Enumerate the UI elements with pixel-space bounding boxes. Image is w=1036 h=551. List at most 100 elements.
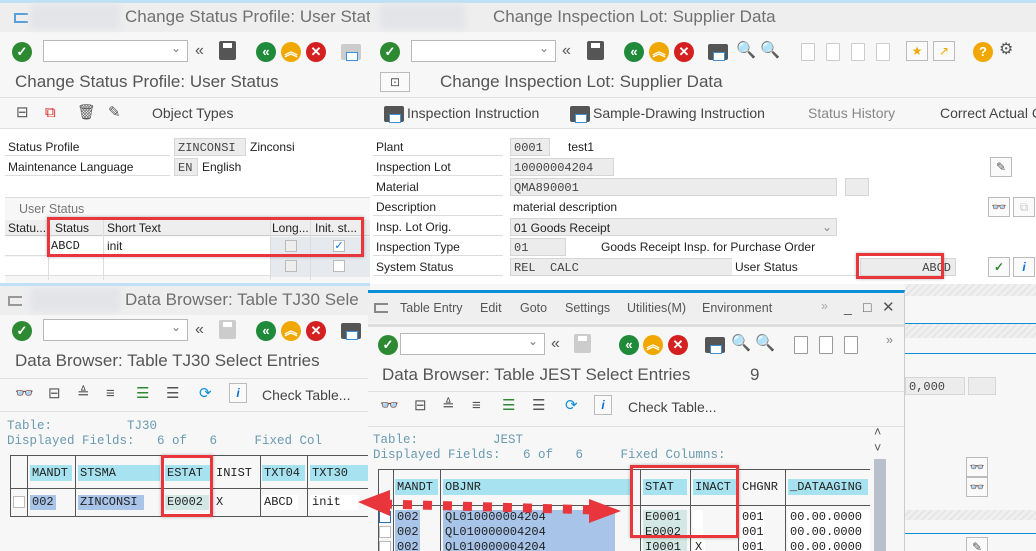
vertical-scrollbar[interactable]: ˄ ˅: [870, 423, 890, 551]
info-icon[interactable]: i: [594, 395, 612, 415]
back-chevrons-icon[interactable]: «: [551, 334, 560, 354]
back-icon[interactable]: «: [256, 42, 276, 62]
user-status-check-icon[interactable]: ✓: [988, 257, 1010, 277]
cell-inist[interactable]: X: [214, 495, 234, 510]
menu-utilities[interactable]: Utilities(M): [627, 301, 686, 315]
status-profile-field[interactable]: ZINCONSI: [174, 138, 246, 156]
material-field[interactable]: QMA890001: [510, 178, 837, 196]
select-all-icon[interactable]: ☰: [136, 385, 149, 403]
check-table-button[interactable]: Check Table...: [628, 399, 716, 415]
maximize-icon[interactable]: □: [863, 299, 871, 315]
first-page-icon[interactable]: [801, 43, 815, 61]
col-header-mandt[interactable]: MANDT: [30, 465, 72, 481]
more-menu-icon[interactable]: »: [821, 299, 828, 313]
print-icon[interactable]: [570, 106, 590, 123]
table-row[interactable]: [5, 257, 270, 276]
cell-mandt[interactable]: 002: [395, 540, 420, 551]
insp-lot-origin-dropdown[interactable]: 01 Goods Receipt: [510, 218, 837, 236]
previous-page-icon[interactable]: [826, 43, 840, 61]
exit-icon[interactable]: ︽: [281, 321, 301, 341]
deselect-all-icon[interactable]: ☰: [166, 385, 179, 403]
exit-icon[interactable]: ︽: [649, 42, 669, 62]
cell-stsma[interactable]: ZINCONSI: [78, 495, 144, 510]
cell-chgnr[interactable]: 001: [740, 525, 764, 540]
more-toolbar-icon[interactable]: »: [886, 333, 893, 347]
first-page-icon[interactable]: [794, 336, 808, 354]
back-icon[interactable]: «: [256, 321, 276, 341]
sample-drawing-instruction-button[interactable]: Sample-Drawing Instruction: [593, 105, 765, 121]
find-icon[interactable]: 🔍: [731, 334, 751, 354]
scrollbar-thumb[interactable]: [874, 459, 886, 551]
print-icon[interactable]: [341, 44, 361, 61]
cell-dataaging[interactable]: 00.00.0000: [788, 540, 870, 551]
enter-icon[interactable]: ✓: [380, 42, 400, 62]
command-field[interactable]: [411, 40, 556, 62]
edit-icon[interactable]: ✎: [108, 104, 121, 122]
material-extra-field[interactable]: [845, 178, 869, 196]
col-header[interactable]: Statu...: [8, 219, 46, 237]
col-header-txt04[interactable]: TXT04: [262, 465, 305, 481]
print-icon[interactable]: [384, 106, 404, 123]
row-select-checkbox[interactable]: [379, 541, 391, 551]
row-select-checkbox[interactable]: [379, 526, 391, 538]
correct-actual-button[interactable]: Correct Actual C: [940, 105, 1036, 121]
long-text-edit-icon[interactable]: ✎: [966, 537, 988, 551]
cell-chgnr[interactable]: 001: [740, 510, 764, 525]
cell-objnr[interactable]: QL010000004204: [443, 540, 615, 551]
inspection-lot-field[interactable]: 10000004204: [510, 158, 614, 176]
cell-dataaging[interactable]: 00.00.0000: [788, 510, 870, 525]
row-select-checkbox[interactable]: [13, 496, 25, 508]
system-menu-icon[interactable]: [8, 296, 22, 306]
cancel-icon[interactable]: ✕: [306, 42, 326, 62]
print-icon[interactable]: [705, 337, 725, 354]
display-glasses-icon[interactable]: 👓: [966, 477, 988, 497]
menu-table-entry[interactable]: Table Entry: [400, 301, 463, 315]
command-field[interactable]: [400, 333, 545, 355]
cancel-icon[interactable]: ✕: [306, 321, 326, 341]
sort-descending-icon[interactable]: ≡: [106, 385, 115, 403]
scroll-up-icon[interactable]: ˄: [874, 425, 881, 439]
scroll-down-icon[interactable]: ˅: [874, 441, 881, 455]
delete-icon[interactable]: 🗑: [77, 104, 96, 122]
back-icon[interactable]: «: [624, 42, 644, 62]
cell-mandt[interactable]: 002: [30, 495, 56, 510]
col-header-stsma[interactable]: STSMA: [78, 465, 160, 481]
shortcut-icon[interactable]: ↗: [933, 41, 955, 61]
object-types-button[interactable]: Object Types: [152, 105, 233, 121]
cell-mandt[interactable]: 002: [395, 525, 420, 540]
info-icon[interactable]: i: [229, 383, 247, 403]
sort-ascending-icon[interactable]: ≜: [442, 397, 455, 415]
refresh-icon[interactable]: ⟳: [565, 397, 578, 415]
cancel-icon[interactable]: ✕: [668, 335, 688, 355]
print-icon[interactable]: [708, 44, 728, 61]
col-header-chgnr[interactable]: CHGNR: [740, 479, 783, 495]
maintenance-language-field[interactable]: EN: [174, 158, 198, 176]
cell-chgnr[interactable]: 001: [740, 540, 764, 551]
display-glasses-icon[interactable]: 👓: [380, 397, 399, 415]
copy-icon[interactable]: ⧉: [45, 104, 56, 122]
next-page-icon[interactable]: [851, 43, 865, 61]
previous-page-icon[interactable]: [819, 336, 833, 354]
display-glasses-icon[interactable]: 👓: [15, 385, 34, 403]
quantity-field[interactable]: 0,000: [905, 377, 965, 395]
details-icon[interactable]: ⊟: [414, 397, 427, 415]
help-icon[interactable]: ?: [973, 42, 993, 62]
find-icon[interactable]: 🔍: [736, 41, 756, 61]
long-text-checkbox[interactable]: [285, 260, 297, 272]
minimize-icon[interactable]: _: [844, 299, 852, 315]
refresh-icon[interactable]: ⟳: [199, 385, 212, 403]
details-icon[interactable]: ⊟: [16, 104, 29, 122]
menu-settings[interactable]: Settings: [565, 301, 610, 315]
menu-goto[interactable]: Goto: [520, 301, 547, 315]
deselect-all-icon[interactable]: ☰: [532, 397, 545, 415]
cell-txt30[interactable]: init: [310, 495, 358, 510]
status-history-button[interactable]: Status History: [808, 105, 895, 121]
system-menu-icon[interactable]: [14, 13, 28, 23]
back-chevrons-icon[interactable]: «: [195, 320, 204, 340]
save-icon[interactable]: [587, 41, 604, 60]
command-field[interactable]: [43, 319, 188, 341]
settings-gear-icon[interactable]: ⚙: [999, 40, 1013, 60]
details-icon[interactable]: ⊟: [48, 385, 61, 403]
chevron-down-icon[interactable]: ⌄: [822, 218, 832, 236]
initial-status-checkbox[interactable]: [333, 260, 345, 272]
